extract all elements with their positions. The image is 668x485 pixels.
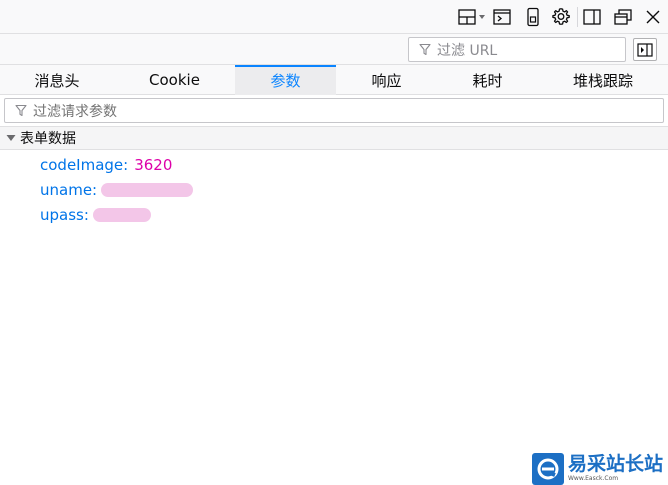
- settings-button[interactable]: [548, 5, 574, 29]
- url-filter-input[interactable]: 过滤 URL: [408, 37, 626, 62]
- sidebar-toggle-icon: [637, 42, 653, 57]
- url-filter-placeholder: 过滤 URL: [437, 42, 498, 59]
- close-icon: [646, 10, 660, 24]
- param-key: uname:: [40, 180, 98, 199]
- redacted-value: [101, 182, 194, 197]
- form-data-section-header[interactable]: 表单数据: [0, 127, 668, 150]
- responsive-mode-button[interactable]: [520, 5, 546, 29]
- watermark-name: 易采站长站: [568, 453, 664, 475]
- settings-icon: [552, 8, 570, 25]
- param-key: upass:: [40, 205, 89, 224]
- devtools-toolbar: [0, 0, 668, 34]
- undock-window-button[interactable]: [610, 5, 636, 29]
- layout-toggle-icon: [458, 9, 485, 25]
- watermark-logo-icon: [532, 452, 564, 485]
- param-row[interactable]: codeImage: 3620: [40, 152, 193, 177]
- param-filter-input[interactable]: 过滤请求参数: [4, 98, 664, 123]
- console-split-button[interactable]: [489, 5, 515, 29]
- dock-side-button[interactable]: [579, 5, 605, 29]
- tab-response[interactable]: 响应: [336, 65, 437, 95]
- toolbar-divider: [577, 7, 578, 27]
- tab-timings[interactable]: 耗时: [437, 65, 538, 95]
- tab-cookies[interactable]: Cookie: [114, 65, 235, 95]
- collapse-triangle-icon: [6, 135, 16, 141]
- console-split-icon: [493, 9, 511, 25]
- close-button[interactable]: [640, 5, 666, 29]
- param-row[interactable]: upass:: [40, 202, 193, 227]
- redacted-value: [92, 207, 151, 222]
- form-params-list: codeImage: 3620 uname: upass:: [40, 152, 194, 227]
- param-filter-bar: 过滤请求参数: [0, 95, 668, 127]
- layout-toggle-button[interactable]: [455, 5, 489, 29]
- param-value: 3620: [134, 155, 173, 174]
- tab-stack-trace[interactable]: 堆栈跟踪: [538, 65, 668, 95]
- watermark-url: Www.Easck.Com: [568, 475, 619, 482]
- filter-icon: [15, 104, 27, 117]
- section-title: 表单数据: [20, 131, 76, 147]
- request-filter-bar: 过滤 URL: [0, 34, 668, 65]
- param-row[interactable]: uname:: [40, 177, 194, 202]
- details-tabs: 消息头 Cookie 参数 响应 耗时 堆栈跟踪: [0, 65, 668, 95]
- param-key: codeImage:: [40, 155, 129, 174]
- sidebar-toggle-button[interactable]: [633, 38, 657, 61]
- filter-icon: [419, 43, 431, 56]
- dock-side-icon: [583, 9, 601, 25]
- site-watermark: 易采站长站 Www.Easck.Com: [532, 452, 668, 485]
- tab-params[interactable]: 参数: [235, 65, 336, 95]
- tab-headers[interactable]: 消息头: [0, 65, 114, 95]
- undock-window-icon: [614, 9, 632, 25]
- responsive-mode-icon: [527, 7, 539, 27]
- param-filter-placeholder: 过滤请求参数: [33, 103, 117, 120]
